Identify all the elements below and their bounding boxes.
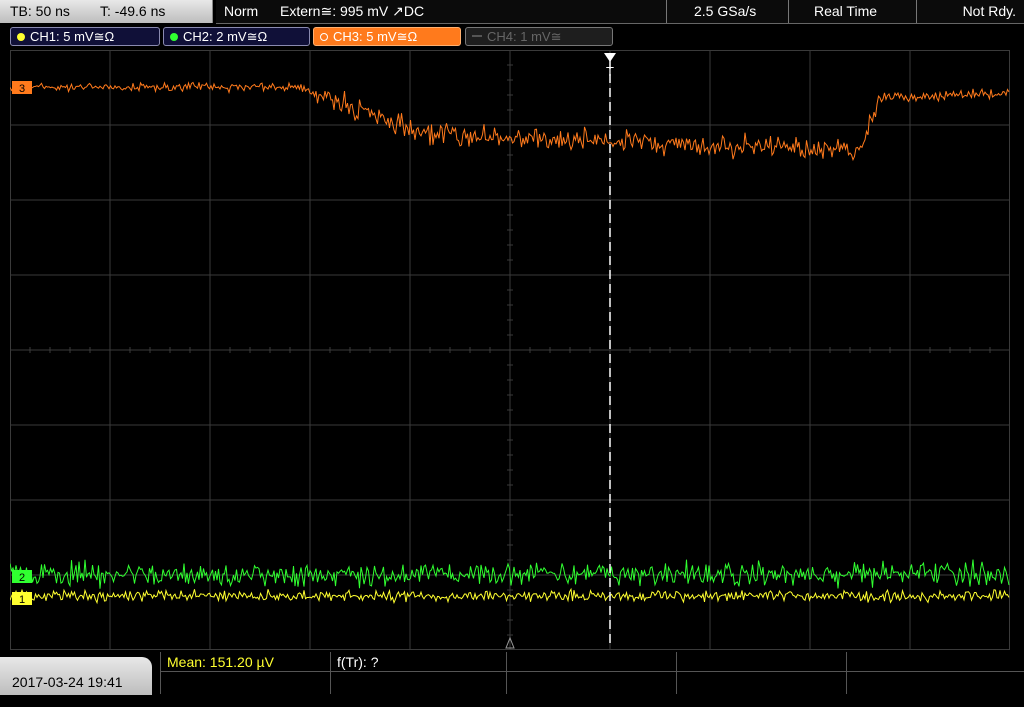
trigger-mode[interactable]: Norm [224, 0, 258, 23]
trigger-source[interactable]: Extern≅: 995 mV ↗DC [280, 0, 424, 23]
trigger-marker-label: T [606, 64, 614, 79]
top-bar: TB: 50 ns T: -49.6 ns Norm Extern≅: 995 … [0, 0, 1024, 24]
frequency-measurement: f(Tr): ? [337, 654, 379, 670]
channel-1-offset-marker[interactable]: 1 [12, 592, 32, 606]
timebase-label: TB: 50 ns [10, 3, 70, 19]
channel-2-button[interactable]: CH2: 2 mV≅Ω [163, 27, 310, 46]
channel-1-label: CH1: 5 mV≅Ω [30, 29, 115, 44]
status-bar: Norm Extern≅: 995 mV ↗DC 2.5 GSa/s Real … [216, 0, 1024, 24]
measurement-cell-4[interactable] [676, 652, 846, 694]
trigger-time-label: T: -49.6 ns [100, 3, 166, 19]
acquisition-state: Not Rdy. [962, 3, 1016, 19]
measurement-cell-2[interactable]: f(Tr): ? [330, 652, 506, 694]
mean-measurement: Mean: 151.20 µV [167, 654, 274, 670]
channel-4-button[interactable]: CH4: 1 mV≅ [465, 27, 613, 46]
date-box: 2017-03-24 19:41 [0, 657, 152, 695]
status-separator [788, 0, 789, 23]
measurement-cell-3[interactable] [506, 652, 676, 694]
channel-3-button[interactable]: CH3: 5 mV≅Ω [313, 27, 461, 46]
bottom-bar: 2017-03-24 19:41 Mean: 151.20 µV f(Tr): … [0, 652, 1024, 695]
channel-3-label: CH3: 5 mV≅Ω [333, 29, 418, 44]
channel-2-dot-icon [170, 33, 178, 41]
channel-2-offset-marker[interactable]: 2 [12, 570, 32, 584]
channel-2-marker-label: 2 [19, 572, 25, 584]
sample-rate: 2.5 GSa/s [694, 3, 757, 19]
channel-3-marker-label: 3 [19, 83, 25, 95]
status-separator [916, 0, 917, 23]
channel-3-dot-icon [320, 33, 328, 41]
status-separator [666, 0, 667, 23]
channel-bar: CH1: 5 mV≅Ω CH2: 2 mV≅Ω CH3: 5 mV≅Ω CH4:… [0, 26, 1024, 48]
channel-4-label: CH4: 1 mV≅ [487, 29, 562, 44]
acquisition-mode: Real Time [814, 3, 878, 19]
channel-2-label: CH2: 2 mV≅Ω [183, 29, 268, 44]
channel-1-button[interactable]: CH1: 5 mV≅Ω [10, 27, 160, 46]
timebase-box[interactable]: TB: 50 ns T: -49.6 ns [0, 0, 213, 23]
channel-1-marker-label: 1 [19, 594, 25, 606]
waveform-display[interactable]: T 3 2 1 [10, 50, 1010, 650]
channel-4-off-icon [472, 35, 482, 37]
measurement-cell-1[interactable]: Mean: 151.20 µV [160, 652, 330, 694]
date-label: 2017-03-24 19:41 [12, 674, 123, 690]
channel-1-dot-icon [17, 33, 25, 41]
measurement-cell-5[interactable] [846, 652, 1024, 694]
channel-3-offset-marker[interactable]: 3 [12, 81, 32, 95]
